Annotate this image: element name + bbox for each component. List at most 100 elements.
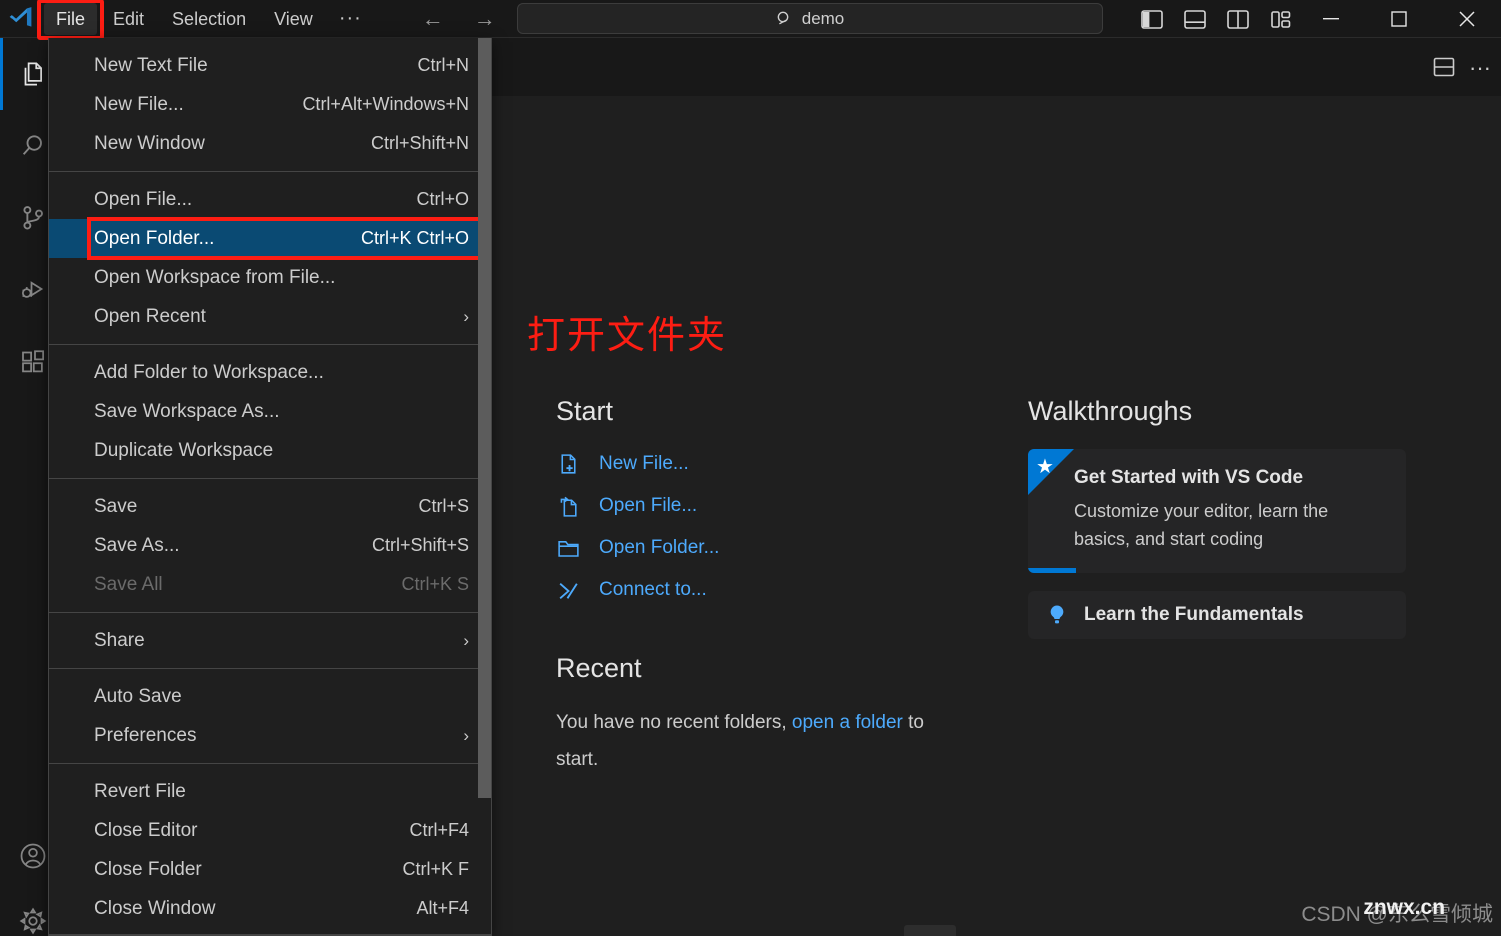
watermark-overlay: znwx.cn (1363, 896, 1446, 919)
menu-overflow-button[interactable]: ··· (327, 5, 374, 32)
minimize-button[interactable] (1297, 0, 1365, 38)
menu-separator (49, 478, 491, 479)
extensions-icon (18, 347, 48, 377)
folder-icon (556, 536, 581, 561)
customize-layout-button[interactable] (1267, 5, 1295, 33)
menu-separator (49, 612, 491, 613)
close-button[interactable] (1433, 0, 1501, 38)
menu-item-label: Save All (94, 573, 163, 595)
start-item-label: Connect to... (599, 579, 707, 600)
menu-item-shortcut: Ctrl+Alt+Windows+N (302, 94, 469, 114)
menu-item-label: Preferences (94, 724, 197, 746)
back-arrow-icon[interactable]: ← (422, 7, 444, 30)
navigation-arrows: ← → (422, 7, 496, 30)
toggle-panel-button[interactable] (1181, 5, 1209, 33)
start-item-connect-to[interactable]: Connect to... (556, 575, 976, 605)
menu-item-save-workspace-as[interactable]: Save Workspace As... (49, 392, 491, 431)
menu-item-label: Open Workspace from File... (94, 266, 336, 288)
menu-item-close-window[interactable]: Close Window Alt+F4 (49, 889, 491, 928)
menu-item-label: Close Window (94, 897, 216, 919)
files-icon (18, 59, 48, 89)
menu-item-open-folder[interactable]: Open Folder... Ctrl+K Ctrl+O (49, 217, 491, 260)
layout-controls (1138, 0, 1295, 38)
maximize-button[interactable] (1365, 0, 1433, 38)
chevron-right-icon: › (463, 725, 469, 745)
menu-item-label: New Text File (94, 54, 208, 76)
menu-item-new-file[interactable]: New File... Ctrl+Alt+Windows+N (49, 85, 491, 124)
annotation-open-folder-cn: 打开文件夹 (527, 313, 728, 357)
command-center-value: demo (801, 8, 845, 28)
menu-item-label: Save (94, 495, 138, 517)
menu-item-save-all: Save All Ctrl+K S (49, 565, 491, 604)
walkthrough-title: Get Started with VS Code (1074, 467, 1304, 488)
menu-item-close-folder[interactable]: Close Folder Ctrl+K F (49, 850, 491, 889)
start-heading: Start (556, 396, 614, 426)
menu-item-shortcut: Ctrl+K F (402, 859, 469, 879)
file-menu-dropdown: New Text File Ctrl+N New File... Ctrl+Al… (48, 38, 492, 936)
start-item-new-file[interactable]: New File... (556, 449, 976, 479)
start-item-open-file[interactable]: Open File... (556, 491, 976, 521)
command-center[interactable]: demo (517, 3, 1103, 34)
walkthrough-card-fundamentals[interactable]: Learn the Fundamentals (1028, 591, 1406, 639)
menu-item-open-file[interactable]: Open File... Ctrl+O (49, 180, 491, 219)
walkthrough-card-get-started[interactable]: ★ Get Started with VS Code Customize you… (1028, 449, 1406, 573)
menu-item-shortcut: Alt+F4 (416, 898, 469, 918)
start-item-open-folder[interactable]: Open Folder... (556, 533, 976, 563)
menu-item-open-workspace-from-file[interactable]: Open Workspace from File... (49, 258, 491, 297)
menu-item-add-folder-to-workspace[interactable]: Add Folder to Workspace... (49, 353, 491, 392)
watermark: CSDN @东么雪倾城 znwx.cn (1301, 896, 1493, 928)
menu-item-close-editor[interactable]: Close Editor Ctrl+F4 (49, 811, 491, 850)
start-item-label: Open Folder... (599, 537, 720, 558)
menu-separator (49, 763, 491, 764)
menu-item-save[interactable]: Save Ctrl+S (49, 487, 491, 526)
menu-item-label: Share (94, 629, 145, 651)
menu-scrollbar[interactable] (478, 38, 491, 798)
run-debug-icon (18, 275, 48, 305)
menu-item-new-window[interactable]: New Window Ctrl+Shift+N (49, 124, 491, 163)
menu-item-label: New File... (94, 93, 184, 115)
menu-separator (49, 171, 491, 172)
open-a-folder-link[interactable]: open a folder (792, 712, 903, 733)
menu-selection[interactable]: Selection (160, 3, 258, 35)
menu-file[interactable]: File (36, 0, 105, 40)
menu-item-open-recent[interactable]: Open Recent › (49, 297, 491, 336)
recent-empty-text: You have no recent folders, open a folde… (556, 704, 951, 778)
menu-item-preferences[interactable]: Preferences › (49, 716, 491, 755)
menu-selection-label: Selection (172, 8, 247, 29)
recent-text-before: You have no recent folders, (556, 712, 787, 733)
split-editor-icon[interactable] (1433, 57, 1455, 77)
menu-item-label: Auto Save (94, 685, 182, 707)
toggle-primary-sidebar-button[interactable] (1138, 5, 1166, 33)
menu-item-shortcut: Ctrl+K S (401, 574, 469, 594)
menu-separator (49, 344, 491, 345)
menu-edit-label: Edit (113, 8, 145, 29)
forward-arrow-icon[interactable]: → (474, 7, 496, 30)
toggle-secondary-sidebar-button[interactable] (1224, 5, 1252, 33)
chevron-right-icon: › (463, 630, 469, 650)
menu-item-revert-file[interactable]: Revert File (49, 772, 491, 811)
walkthrough-progress-bar (1028, 568, 1076, 573)
editor-actions: ··· (1433, 38, 1501, 96)
ellipsis-icon[interactable]: ··· (1469, 56, 1491, 78)
menu-item-duplicate-workspace[interactable]: Duplicate Workspace (49, 431, 491, 470)
menu-item-shortcut: Ctrl+S (418, 496, 469, 516)
recent-heading: Recent (556, 653, 642, 683)
start-list: New File... Open File... Open Folder... … (556, 449, 976, 605)
menu-view[interactable]: View (262, 3, 325, 35)
menu-separator (49, 934, 491, 935)
walkthrough-description: Customize your editor, learn the basics,… (1074, 501, 1329, 549)
menu-edit[interactable]: Edit (101, 3, 156, 35)
menu-item-new-text-file[interactable]: New Text File Ctrl+N (49, 46, 491, 85)
menu-item-share[interactable]: Share › (49, 621, 491, 660)
menu-item-auto-save[interactable]: Auto Save (49, 677, 491, 716)
search-icon (18, 131, 48, 161)
menu-item-label: Open File... (94, 188, 193, 210)
menu-item-label: Open Recent (94, 305, 206, 327)
vscode-window: File Edit Selection View ··· ← → demo ··… (0, 0, 1501, 936)
menu-item-shortcut: Ctrl+K Ctrl+O (360, 228, 469, 248)
walkthroughs-heading: Walkthroughs (1028, 396, 1193, 426)
walkthrough-title: Learn the Fundamentals (1084, 604, 1304, 625)
menu-item-save-as[interactable]: Save As... Ctrl+Shift+S (49, 526, 491, 565)
menu-item-label: Open Folder... (94, 227, 215, 249)
remote-icon (556, 578, 581, 603)
